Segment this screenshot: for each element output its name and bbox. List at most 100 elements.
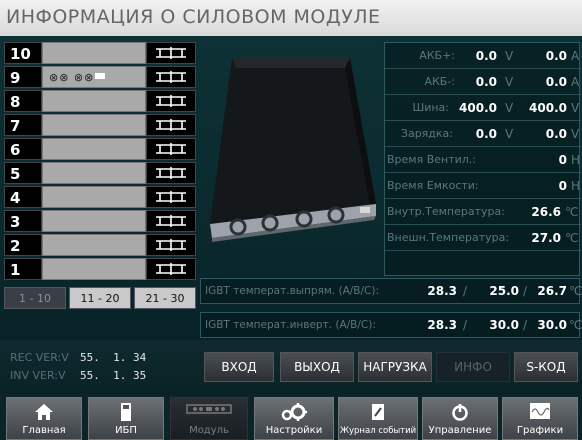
- igbt-rect-c: 26.7: [537, 284, 567, 298]
- nav-module[interactable]: Модуль: [170, 397, 248, 440]
- version-value: 55. 1. 34: [80, 351, 147, 364]
- slot-8[interactable]: 8: [4, 90, 196, 112]
- tab-info[interactable]: ИНФО: [436, 352, 510, 382]
- slot-bay-empty: [42, 210, 146, 232]
- network-icon: [146, 66, 196, 88]
- row-label: АКБ-:: [424, 75, 455, 88]
- measurements-panel: АКБ+: 0.0 V 0.0 A АКБ-: 0.0 V 0.0 A Шина…: [384, 42, 581, 276]
- network-icon: [146, 162, 196, 184]
- battery-plus-voltage: 0.0: [475, 49, 497, 63]
- slot-number: 6: [4, 138, 42, 160]
- unit: V: [571, 127, 580, 141]
- fan-time-row: Время Вентил.: 0 H: [385, 147, 581, 173]
- power-module-image: [200, 44, 380, 274]
- nav-label: Журнал событий: [339, 426, 417, 436]
- slot-number: 10: [4, 42, 42, 64]
- nav-home[interactable]: Главная: [6, 397, 82, 440]
- page-button-11-20[interactable]: 11 - 20: [69, 287, 131, 309]
- page-button-1-10[interactable]: 1 - 10: [4, 287, 66, 309]
- network-icon: [146, 234, 196, 256]
- slot-2[interactable]: 2: [4, 234, 196, 256]
- unit: ℃: [569, 284, 582, 298]
- row-label: IGBT темперaт.выпрям. (А/В/С):: [205, 285, 380, 297]
- charging-voltage-1: 0.0: [475, 127, 497, 141]
- unit: H: [571, 179, 581, 193]
- bottom-nav: Главная ИБП Модуль Настройки Журнал собы…: [0, 395, 582, 440]
- slot-number: 9: [4, 66, 42, 88]
- version-value: 55. 1. 35: [80, 369, 147, 382]
- row-label: Шина:: [412, 101, 449, 114]
- slot-bay-module: ⊗⊗ ⊗⊗: [42, 66, 146, 88]
- unit: ℃: [565, 231, 579, 245]
- igbt-rect-a: 28.3: [427, 284, 457, 298]
- nav-label: Управление: [428, 425, 492, 436]
- unit: V: [505, 127, 514, 141]
- outer-temp-row: Внешн.Температура: 27.0 ℃: [385, 225, 581, 251]
- nav-charts[interactable]: Графики: [502, 397, 578, 440]
- row-label: Время Емкости:: [387, 179, 479, 192]
- rack-pagination: 1 - 10 11 - 20 21 - 30: [4, 287, 196, 309]
- slot-number: 3: [4, 210, 42, 232]
- tab-load[interactable]: НАГРУЗКА: [358, 352, 432, 382]
- network-icon: [146, 114, 196, 136]
- unit: ℃: [565, 205, 579, 219]
- power-icon: [423, 402, 497, 422]
- network-icon: [146, 210, 196, 232]
- nav-event-log[interactable]: Журнал событий: [338, 397, 418, 440]
- slot-bay-empty: [42, 162, 146, 184]
- nav-ups[interactable]: ИБП: [88, 397, 164, 440]
- nav-label: Графики: [516, 425, 564, 436]
- unit: V: [505, 75, 514, 89]
- slot-4[interactable]: 4: [4, 186, 196, 208]
- nav-control[interactable]: Управление: [422, 397, 498, 440]
- module-led: [95, 73, 105, 79]
- outer-temp-value: 27.0: [531, 231, 561, 245]
- bus-voltage-1: 400.0: [459, 101, 497, 115]
- nav-label: ИБП: [115, 425, 137, 436]
- module-icon: [171, 402, 247, 422]
- row-label: Зарядка:: [400, 127, 453, 140]
- gears-icon: [255, 402, 333, 422]
- inner-temp-value: 26.6: [531, 205, 561, 219]
- home-icon: [7, 402, 81, 422]
- nav-label: Настройки: [265, 425, 323, 436]
- slot-bay-empty: [42, 90, 146, 112]
- unit: V: [571, 101, 580, 115]
- unit: H: [571, 153, 581, 167]
- network-icon: [146, 186, 196, 208]
- slot-number: 1: [4, 258, 42, 280]
- log-icon: [339, 402, 417, 422]
- page-button-21-30[interactable]: 21 - 30: [134, 287, 196, 309]
- slot-1[interactable]: 1: [4, 258, 196, 280]
- slot-bay-empty: [42, 138, 146, 160]
- fan-time-value: 0: [558, 153, 567, 167]
- page-title: ИНФОРМАЦИЯ О СИЛОВОМ МОДУЛЕ: [6, 6, 381, 28]
- version-key: REC VER:V: [10, 351, 69, 364]
- chart-icon: [503, 402, 577, 422]
- slot-number: 4: [4, 186, 42, 208]
- separator: /: [463, 284, 468, 298]
- inner-temp-row: Внутр.Температура: 26.6 ℃: [385, 199, 581, 225]
- slot-9[interactable]: 9 ⊗⊗ ⊗⊗: [4, 66, 196, 88]
- tab-output[interactable]: ВЫХОД: [280, 352, 354, 382]
- tab-s-code[interactable]: S-КОД: [514, 352, 578, 382]
- slot-6[interactable]: 6: [4, 138, 196, 160]
- nav-settings[interactable]: Настройки: [254, 397, 334, 440]
- slot-bay-empty: [42, 258, 146, 280]
- network-icon: [146, 258, 196, 280]
- network-icon: [146, 42, 196, 64]
- slot-7[interactable]: 7: [4, 114, 196, 136]
- ups-icon: [89, 402, 163, 422]
- slot-number: 2: [4, 234, 42, 256]
- tab-input[interactable]: ВХОД: [204, 352, 274, 382]
- slot-3[interactable]: 3: [4, 210, 196, 232]
- unit: A: [571, 49, 580, 63]
- fans-icon: ⊗⊗ ⊗⊗: [49, 71, 95, 84]
- slot-10[interactable]: 10: [4, 42, 196, 64]
- igbt-inv-a: 28.3: [427, 318, 457, 332]
- slot-bay-empty: [42, 114, 146, 136]
- slot-5[interactable]: 5: [4, 162, 196, 184]
- version-key: INV VER:V: [10, 369, 66, 382]
- slot-bay-empty: [42, 42, 146, 64]
- igbt-rect-b: 25.0: [489, 284, 519, 298]
